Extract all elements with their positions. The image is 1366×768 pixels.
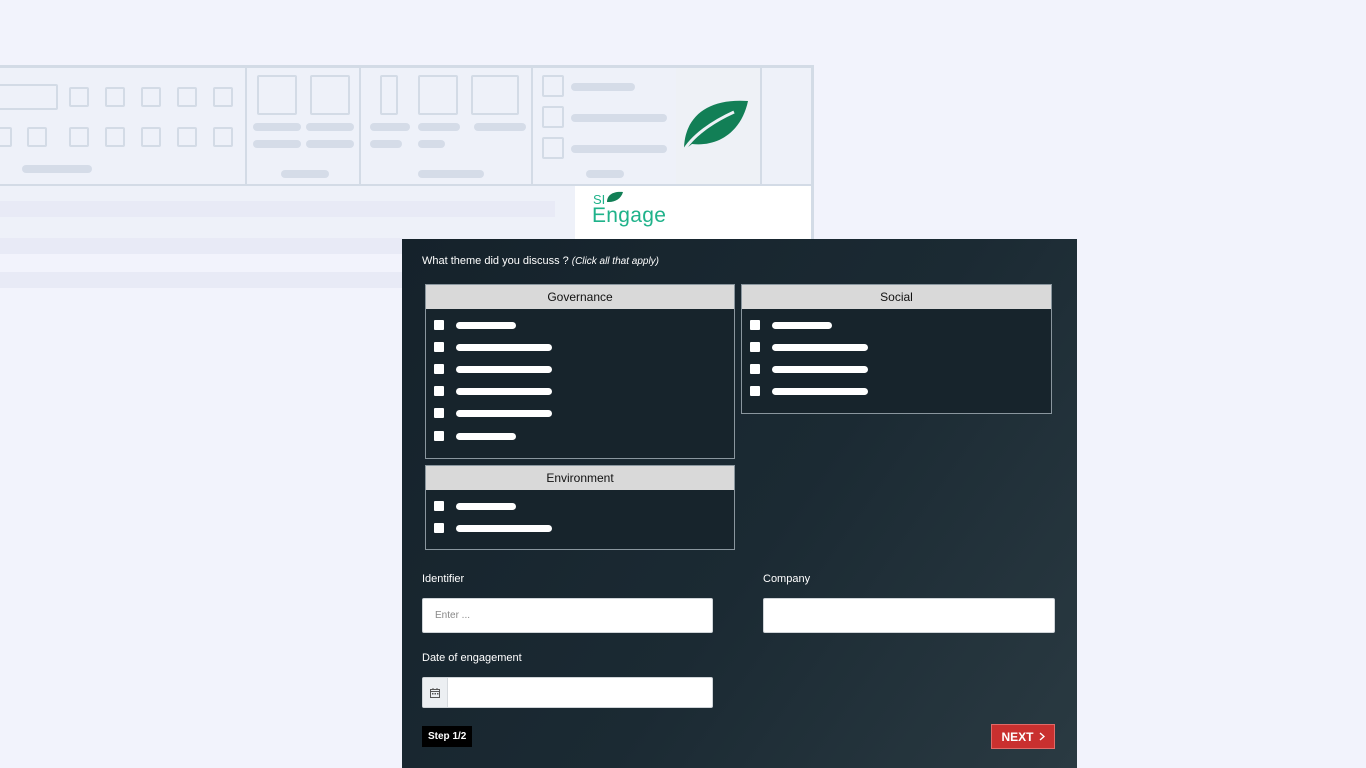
option-label-placeholder xyxy=(456,344,552,351)
checkbox[interactable] xyxy=(750,342,760,352)
next-button[interactable]: NEXT xyxy=(991,724,1055,749)
option-label-placeholder xyxy=(772,322,832,329)
skeleton-bar xyxy=(22,165,92,173)
social-group: Social xyxy=(741,284,1052,414)
engagement-form-dialog: What theme did you discuss ? (Click all t… xyxy=(402,239,1077,768)
chevron-right-icon xyxy=(1039,732,1045,741)
checkbox[interactable] xyxy=(434,408,444,418)
skeleton-bar xyxy=(281,170,329,178)
skeleton-box xyxy=(0,84,58,110)
company-input[interactable] xyxy=(763,598,1055,633)
environment-header: Environment xyxy=(426,466,734,490)
skeleton-box xyxy=(69,127,89,147)
question-hint: (Click all that apply) xyxy=(571,256,660,267)
skeleton-box xyxy=(27,127,47,147)
skeleton-box xyxy=(105,87,125,107)
option-label-placeholder xyxy=(456,322,516,329)
skeleton-box xyxy=(105,127,125,147)
skeleton-box xyxy=(213,87,233,107)
skeleton-bar xyxy=(306,140,354,148)
skeleton-box xyxy=(177,127,197,147)
skeleton-box xyxy=(0,127,12,147)
skeleton-ribbon xyxy=(0,68,811,186)
option-label-placeholder xyxy=(772,344,868,351)
skeleton-box xyxy=(177,87,197,107)
skeleton-bar xyxy=(370,140,402,148)
skeleton-box xyxy=(471,75,519,115)
environment-group: Environment xyxy=(425,465,735,550)
checkbox[interactable] xyxy=(750,320,760,330)
skeleton-bar xyxy=(571,83,635,91)
skeleton-box xyxy=(141,87,161,107)
skeleton-row xyxy=(0,238,402,254)
skeleton-box xyxy=(542,137,564,159)
skeleton-box xyxy=(310,75,350,115)
skeleton-row xyxy=(0,272,402,288)
option-label-placeholder xyxy=(456,410,552,417)
company-label: Company xyxy=(763,573,811,585)
skeleton-bar xyxy=(418,140,445,148)
skeleton-divider xyxy=(760,68,762,184)
skeleton-divider xyxy=(531,68,533,184)
option-label-placeholder xyxy=(456,503,516,510)
governance-group: Governance xyxy=(425,284,735,459)
checkbox[interactable] xyxy=(434,501,444,511)
skeleton-box xyxy=(213,127,233,147)
option-label-placeholder xyxy=(772,366,868,373)
option-label-placeholder xyxy=(456,366,552,373)
skeleton-bar xyxy=(253,140,301,148)
skeleton-box xyxy=(69,87,89,107)
skeleton-bar xyxy=(253,123,301,131)
option-label-placeholder xyxy=(456,433,516,440)
option-label-placeholder xyxy=(772,388,868,395)
skeleton-box xyxy=(380,75,398,115)
step-indicator: Step 1/2 xyxy=(422,726,473,747)
leaf-logo-cell xyxy=(676,68,760,184)
skeleton-bar xyxy=(306,123,354,131)
checkbox[interactable] xyxy=(434,320,444,330)
skeleton-bar xyxy=(418,123,460,131)
skeleton-row xyxy=(0,201,555,217)
skeleton-bar xyxy=(418,170,484,178)
question-text: What theme did you discuss ? xyxy=(422,255,569,267)
date-of-engagement-input[interactable] xyxy=(422,677,713,708)
date-label: Date of engagement xyxy=(422,652,522,664)
background-app-window: SI Engage xyxy=(0,65,814,288)
skeleton-divider xyxy=(245,68,247,184)
checkbox[interactable] xyxy=(750,364,760,374)
logo-name-text: Engage xyxy=(592,204,667,227)
skeleton-box xyxy=(141,127,161,147)
calendar-button[interactable] xyxy=(423,678,448,707)
skeleton-box xyxy=(257,75,297,115)
option-label-placeholder xyxy=(456,388,552,395)
theme-question: What theme did you discuss ? (Click all t… xyxy=(422,255,659,267)
skeleton-bar xyxy=(571,114,667,122)
identifier-label: Identifier xyxy=(422,573,465,585)
checkbox[interactable] xyxy=(434,342,444,352)
small-leaf-icon xyxy=(607,191,623,202)
skeleton-bar xyxy=(571,145,667,153)
leaf-icon xyxy=(681,100,748,153)
checkbox[interactable] xyxy=(750,386,760,396)
checkbox[interactable] xyxy=(434,386,444,396)
skeleton-bar xyxy=(474,123,526,131)
checkbox[interactable] xyxy=(434,431,444,441)
skeleton-box xyxy=(542,75,564,97)
skeleton-box xyxy=(418,75,458,115)
skeleton-bar xyxy=(586,170,624,178)
skeleton-box xyxy=(542,106,564,128)
skeleton-bar xyxy=(370,123,410,131)
checkbox[interactable] xyxy=(434,364,444,374)
skeleton-divider xyxy=(359,68,361,184)
social-header: Social xyxy=(742,285,1051,309)
option-label-placeholder xyxy=(456,525,552,532)
governance-header: Governance xyxy=(426,285,734,309)
identifier-input[interactable] xyxy=(422,598,713,633)
next-button-label: NEXT xyxy=(1001,729,1034,744)
calendar-icon xyxy=(430,688,440,698)
checkbox[interactable] xyxy=(434,523,444,533)
